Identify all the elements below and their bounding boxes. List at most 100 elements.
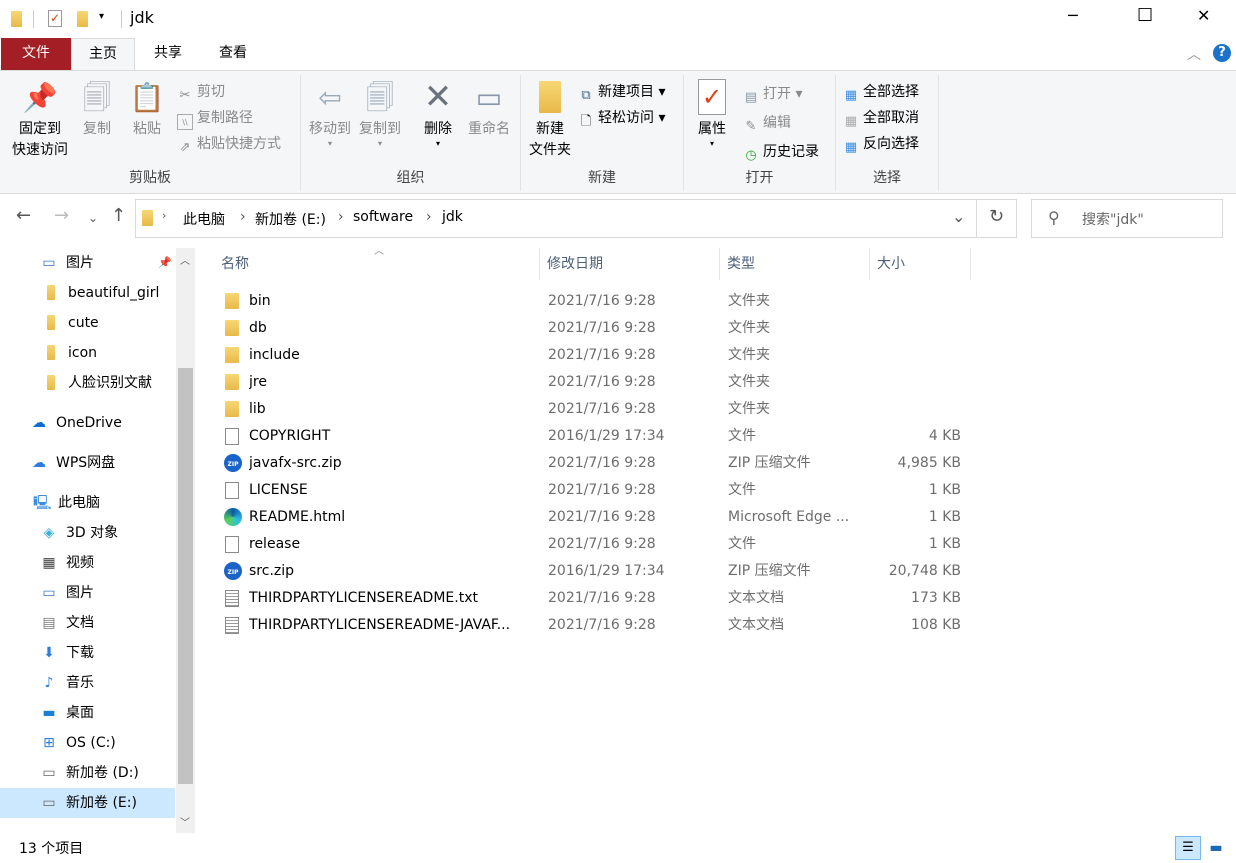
sidebar-item[interactable]: ⊞ OS (C:) xyxy=(0,728,175,758)
scroll-up-icon[interactable]: ︿ xyxy=(180,252,190,267)
select-all-button[interactable]: ▦ 全部选择 xyxy=(843,81,919,103)
address-bar[interactable]: › 此电脑 › 新加卷 (E:) › software › jdk ⌄ ↻ xyxy=(135,199,1017,238)
breadcrumb-software[interactable]: software xyxy=(353,209,413,225)
breadcrumb-drive-e[interactable]: 新加卷 (E:) xyxy=(255,209,326,229)
search-input[interactable]: 搜索"jdk" xyxy=(1082,209,1144,229)
sidebar-item[interactable]: 🖳 此电脑 xyxy=(0,488,175,518)
sidebar-item[interactable]: ▭ 新加卷 (E:) xyxy=(0,788,175,818)
close-button[interactable]: ✕ xyxy=(1197,6,1210,25)
column-type[interactable]: 类型 xyxy=(720,248,870,280)
file-row[interactable]: COPYRIGHT 2016/1/29 17:34 文件 4 KB xyxy=(214,423,974,450)
copy-to-button[interactable]: 🗐 复制到 ▾ xyxy=(355,79,405,148)
paste-shortcut-button[interactable]: ⇗ 粘贴快捷方式 xyxy=(177,133,281,155)
file-row[interactable]: release 2021/7/16 9:28 文件 1 KB xyxy=(214,531,974,558)
drive-icon: ▭ xyxy=(42,795,56,811)
tab-file[interactable]: 文件 xyxy=(1,38,71,70)
easy-access-button[interactable]: 🗋 轻松访问 ▾ xyxy=(578,107,666,129)
sidebar-item[interactable]: cute xyxy=(0,308,175,338)
file-row[interactable]: bin 2021/7/16 9:28 文件夹 xyxy=(214,288,974,315)
file-row[interactable]: THIRDPARTYLICENSEREADME-JAVAF... 2021/7/1… xyxy=(214,612,974,639)
file-row[interactable]: ZIP src.zip 2016/1/29 17:34 ZIP 压缩文件 20,748 … xyxy=(214,558,974,585)
file-row[interactable]: README.html 2021/7/16 9:28 Microsoft Edge … xyxy=(214,504,974,531)
invert-selection-button[interactable]: ▦ 反向选择 xyxy=(843,133,919,155)
sidebar-item[interactable]: ▭ 新加卷 (D:) xyxy=(0,758,175,788)
sidebar-item[interactable]: ☁ WPS网盘 xyxy=(0,448,175,478)
breadcrumb-jdk[interactable]: jdk xyxy=(442,209,463,225)
column-name[interactable]: 名称 xyxy=(214,248,540,280)
sidebar-item[interactable]: ▦ 视频 xyxy=(0,548,175,578)
copy-path-button[interactable]: \\ 复制路径 xyxy=(177,107,253,130)
new-folder-quick-icon[interactable] xyxy=(77,11,88,27)
help-icon[interactable]: ? xyxy=(1213,44,1231,62)
properties-button[interactable]: ✓ 属性 ▾ xyxy=(692,79,732,148)
sidebar-item[interactable]: ▭ 图片 📌 xyxy=(0,248,175,278)
rename-button[interactable]: ▭ 重命名 xyxy=(463,79,515,140)
music-icon: ♪ xyxy=(44,675,54,691)
sidebar-item[interactable]: ♪ 音乐 xyxy=(0,668,175,698)
search-box[interactable]: ⚲ 搜索"jdk" xyxy=(1031,199,1223,238)
paste-button[interactable]: 📋 粘贴 xyxy=(126,79,168,140)
file-name: release xyxy=(249,536,301,552)
sidebar-item[interactable]: icon xyxy=(0,338,175,368)
new-item-button[interactable]: ⧉ 新建项目 ▾ xyxy=(578,81,665,103)
back-button[interactable]: ← xyxy=(16,205,31,226)
sidebar-item-label: 下载 xyxy=(66,645,94,661)
cut-button[interactable]: ✂ 剪切 xyxy=(177,81,225,103)
chevron-right-icon[interactable]: › xyxy=(162,209,166,222)
forward-button[interactable]: → xyxy=(54,205,69,226)
copy-button[interactable]: 🗐 复制 xyxy=(76,79,118,140)
sidebar-item[interactable]: ▤ 文档 xyxy=(0,608,175,638)
recent-locations-icon[interactable]: ⌄ xyxy=(88,211,98,225)
file-row[interactable]: LICENSE 2021/7/16 9:28 文件 1 KB xyxy=(214,477,974,504)
minimize-button[interactable]: ─ xyxy=(1068,6,1078,25)
file-date: 2016/1/29 17:34 xyxy=(548,563,665,579)
properties-quick-icon[interactable]: ✓ xyxy=(48,10,62,27)
file-name: THIRDPARTYLICENSEREADME.txt xyxy=(249,590,478,606)
chevron-right-icon[interactable]: › xyxy=(240,209,246,225)
select-none-button[interactable]: ▦ 全部取消 xyxy=(843,107,919,129)
address-dropdown-icon[interactable]: ⌄ xyxy=(952,207,965,226)
move-to-button[interactable]: ⇦ 移动到 ▾ xyxy=(305,79,355,148)
up-button[interactable]: ↑ xyxy=(111,205,126,226)
sidebar-item[interactable]: ⬇ 下载 xyxy=(0,638,175,668)
column-size[interactable]: 大小 xyxy=(870,248,971,280)
file-row[interactable]: lib 2021/7/16 9:28 文件夹 xyxy=(214,396,974,423)
sidebar-item[interactable]: beautiful_girl xyxy=(0,278,175,308)
folder-icon xyxy=(225,401,241,418)
title-bar: ✓ ▾ jdk ─ ☐ ✕ xyxy=(0,0,1236,38)
chevron-right-icon[interactable]: › xyxy=(338,209,344,225)
tab-view[interactable]: 查看 xyxy=(202,38,264,70)
sidebar-item[interactable]: ◈ 3D 对象 xyxy=(0,518,175,548)
sidebar-item[interactable]: ▬ 桌面 xyxy=(0,698,175,728)
tab-share[interactable]: 共享 xyxy=(137,38,199,70)
customize-quick-access-icon[interactable]: ▾ xyxy=(99,11,104,22)
history-button[interactable]: ◷ 历史记录 xyxy=(743,141,819,163)
open-button[interactable]: ▤ 打开 ▾ xyxy=(743,83,803,105)
scrollbar-thumb[interactable] xyxy=(178,368,193,784)
new-folder-button[interactable]: 新建 文件夹 xyxy=(525,79,575,161)
edit-button[interactable]: ✎ 编辑 xyxy=(743,112,791,134)
breadcrumb-this-pc[interactable]: 此电脑 xyxy=(183,209,225,229)
details-view-button[interactable]: ☰ xyxy=(1175,836,1201,860)
file-row[interactable]: jre 2021/7/16 9:28 文件夹 xyxy=(214,369,974,396)
file-row[interactable]: include 2021/7/16 9:28 文件夹 xyxy=(214,342,974,369)
delete-button[interactable]: ✕ 删除 ▾ xyxy=(417,79,459,148)
sidebar-item[interactable]: ▭ 图片 xyxy=(0,578,175,608)
collapse-ribbon-icon[interactable]: ︿ xyxy=(1187,44,1201,64)
chevron-right-icon[interactable]: › xyxy=(426,209,432,225)
file-row[interactable]: db 2021/7/16 9:28 文件夹 xyxy=(214,315,974,342)
file-row[interactable]: ZIP javafx-src.zip 2021/7/16 9:28 ZIP 压缩文件 4… xyxy=(214,450,974,477)
large-icons-view-button[interactable]: ▬ xyxy=(1205,837,1227,859)
column-date[interactable]: 修改日期 xyxy=(540,248,720,280)
tab-home[interactable]: 主页 xyxy=(71,38,135,71)
video-icon: ▦ xyxy=(42,555,56,571)
file-row[interactable]: THIRDPARTYLICENSEREADME.txt 2021/7/16 9:2… xyxy=(214,585,974,612)
history-icon: ◷ xyxy=(745,148,757,163)
refresh-icon[interactable]: ↻ xyxy=(989,206,1004,227)
maximize-button[interactable]: ☐ xyxy=(1137,5,1153,26)
pin-quick-access-button[interactable]: 📌 固定到 快速访问 xyxy=(8,79,72,161)
scroll-down-icon[interactable]: ﹀ xyxy=(180,814,190,829)
sidebar-item[interactable]: ☁ OneDrive xyxy=(0,408,175,438)
sidebar-item[interactable]: 人脸识别文献 xyxy=(0,368,175,398)
file-date: 2021/7/16 9:28 xyxy=(548,482,656,498)
